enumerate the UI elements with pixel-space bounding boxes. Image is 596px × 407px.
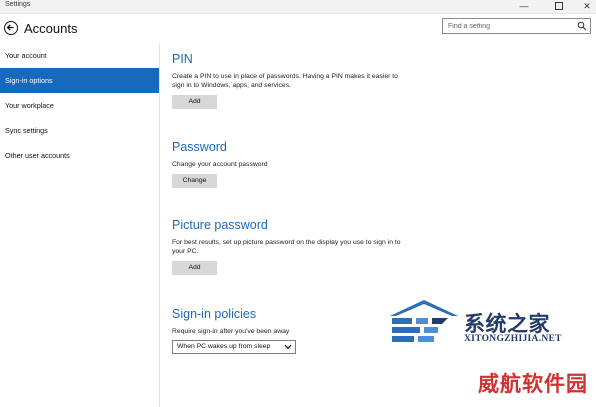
- change-password-button[interactable]: Change: [172, 174, 217, 188]
- title-bar: Settings — ✕: [0, 0, 596, 14]
- picture-password-description: For best results, set up picture passwor…: [172, 239, 401, 255]
- require-signin-dropdown[interactable]: When PC wakes up from sleep: [172, 340, 296, 354]
- watermark-logo-icon: [390, 300, 458, 342]
- add-picture-password-button[interactable]: Add: [172, 261, 217, 275]
- section-title-pin: PIN: [172, 52, 193, 66]
- app-title: Settings: [5, 1, 31, 8]
- maximize-button[interactable]: [546, 0, 572, 13]
- search-icon[interactable]: [577, 21, 587, 31]
- search-input[interactable]: [443, 19, 576, 33]
- picture-password-section: Picture password For best results, set u…: [172, 218, 592, 275]
- page-header: Accounts: [0, 13, 596, 43]
- sidebar-item-your-workplace[interactable]: Your workplace: [0, 93, 159, 118]
- watermark-url: XITONGZHIJIA.NET: [464, 334, 562, 344]
- back-arrow-icon: [6, 24, 14, 31]
- close-button[interactable]: ✕: [574, 0, 596, 13]
- sidebar-item-other-user-accounts[interactable]: Other user accounts: [0, 143, 159, 168]
- section-title-picture-password: Picture password: [172, 218, 268, 232]
- page-title: Accounts: [24, 21, 78, 36]
- search-box[interactable]: [442, 18, 591, 34]
- sidebar-item-your-account[interactable]: Your account: [0, 43, 159, 68]
- watermark-brand: 威航软件园: [478, 372, 588, 396]
- pin-section: PIN Create a PIN to use in place of pass…: [172, 52, 592, 109]
- chevron-down-icon: [284, 344, 292, 350]
- require-signin-selected-value: When PC wakes up from sleep: [177, 343, 271, 350]
- signin-policies-description: Require sign-in after you've been away: [172, 328, 290, 335]
- add-pin-button[interactable]: Add: [172, 95, 217, 109]
- section-title-password: Password: [172, 140, 227, 154]
- maximize-icon: [555, 1, 563, 10]
- password-description: Change your account password: [172, 161, 268, 168]
- sidebar-item-sync-settings[interactable]: Sync settings: [0, 118, 159, 143]
- sidebar-item-sign-in-options[interactable]: Sign-in options: [0, 68, 159, 93]
- password-section: Password Change your account password Ch…: [172, 140, 592, 188]
- back-button[interactable]: [4, 21, 18, 35]
- sidebar: Your account Sign-in options Your workpl…: [0, 43, 160, 407]
- minimize-button[interactable]: —: [511, 0, 537, 13]
- pin-description: Create a PIN to use in place of password…: [172, 73, 398, 89]
